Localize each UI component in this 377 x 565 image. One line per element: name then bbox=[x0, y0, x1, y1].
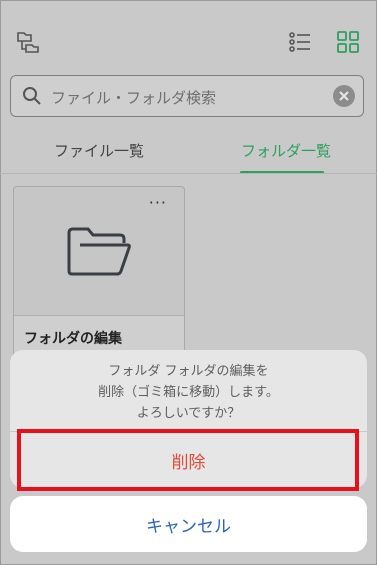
more-icon[interactable]: ··· bbox=[149, 193, 167, 212]
search-input[interactable]: ファイル・フォルダ検索 bbox=[51, 87, 216, 108]
search-icon bbox=[22, 86, 42, 110]
tabs-divider bbox=[0, 173, 377, 174]
tab-folders[interactable]: フォルダ一覧 bbox=[241, 140, 331, 161]
confirm-message-line: 削除（ゴミ箱に移動）します。 bbox=[98, 385, 279, 400]
clear-icon[interactable] bbox=[333, 85, 355, 107]
confirm-message: フォルダ フォルダの編集を 削除（ゴミ箱に移動）します。 よろしいですか？ bbox=[10, 361, 367, 424]
tab-bar: ファイル一覧 フォルダ一覧 bbox=[0, 130, 377, 174]
confirm-message-line: よろしいですか？ bbox=[136, 406, 241, 421]
folder-tree-icon[interactable] bbox=[14, 28, 42, 56]
folder-card[interactable]: ··· フォルダの編集 bbox=[13, 186, 185, 361]
folder-icon bbox=[66, 225, 132, 281]
confirm-message-line: フォルダ フォルダの編集を bbox=[108, 364, 269, 379]
folder-name: フォルダの編集 bbox=[24, 331, 122, 347]
delete-highlight-box bbox=[17, 429, 359, 491]
search-bar[interactable]: ファイル・フォルダ検索 bbox=[10, 75, 364, 117]
cancel-button[interactable]: キャンセル bbox=[10, 496, 367, 552]
top-bar bbox=[0, 0, 377, 64]
tab-files[interactable]: ファイル一覧 bbox=[54, 140, 144, 161]
grid-view-icon[interactable] bbox=[334, 28, 362, 56]
list-view-icon[interactable] bbox=[286, 28, 314, 56]
